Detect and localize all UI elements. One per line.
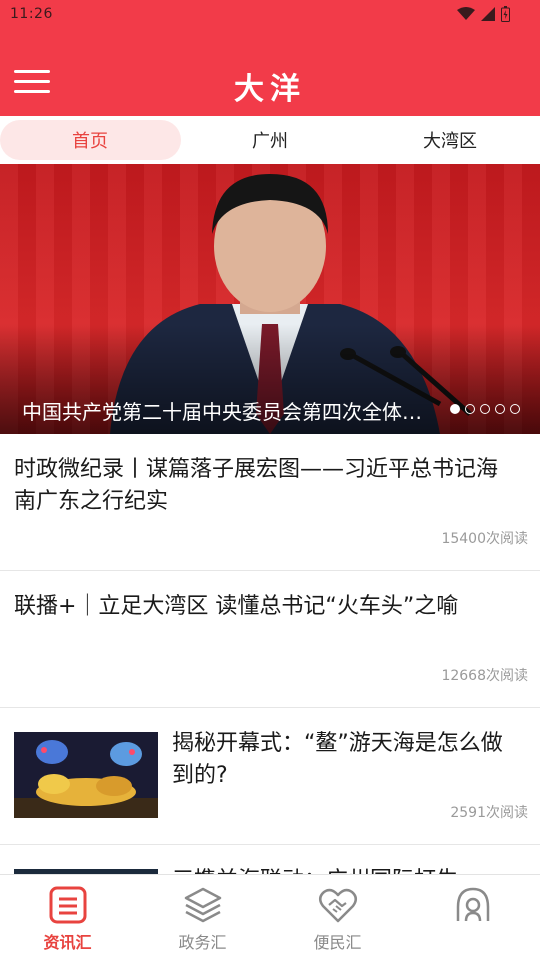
status-bar: 11:26 (0, 0, 540, 30)
read-count: 15400次阅读 (441, 531, 528, 547)
banner-caption: 中国共产党第二十届中央委员会第四次全体会议 (22, 400, 434, 424)
cellular-signal-icon (481, 7, 495, 21)
read-count: 12668次阅读 (441, 668, 528, 684)
handshake-heart-icon (318, 888, 357, 923)
carousel-dot[interactable] (495, 404, 505, 414)
app-bar: 大洋 (0, 30, 540, 116)
article-title: 联播+｜立足大湾区 读懂总书记“火车头”之喻 (14, 594, 459, 619)
article-thumbnail (14, 732, 158, 818)
wifi-icon (457, 7, 475, 20)
tab-label: 大湾区 (423, 131, 477, 152)
nav-government-hub[interactable]: 政务汇 (135, 875, 270, 960)
battery-icon (501, 6, 510, 22)
carousel-dot[interactable] (510, 404, 520, 414)
tab-label: 首页 (72, 131, 108, 152)
dragon-dance-image (14, 732, 158, 818)
nav-label: 便民汇 (313, 933, 362, 952)
status-icons (457, 6, 510, 22)
carousel-dot[interactable] (480, 404, 490, 414)
nav-services-hub[interactable]: 便民汇 (270, 875, 405, 960)
status-time: 11:26 (10, 6, 53, 22)
nav-label: 资讯汇 (43, 933, 92, 952)
carousel-indicator (450, 404, 520, 414)
carousel-dot[interactable] (465, 404, 475, 414)
read-count: 2591次阅读 (450, 805, 528, 821)
article-item[interactable]: 时政微纪录丨谋篇落子展宏图——习近平总书记海南广东之行纪实 15400次阅读 (0, 434, 540, 571)
news-list-icon (49, 886, 86, 924)
article-title: 揭秘开幕式：“鳌”游天海是怎么做到的? (172, 731, 503, 788)
tab-label: 广州 (252, 131, 288, 152)
user-circle-icon (456, 887, 489, 922)
tab-guangzhou[interactable]: 广州 (180, 116, 360, 164)
nav-news-hub[interactable]: 资讯汇 (0, 875, 135, 960)
channel-tabs: 首页 广州 大湾区 (0, 116, 540, 164)
app-title: 大洋 (234, 72, 306, 107)
bottom-navigation: 资讯汇 政务汇 便民汇 (0, 874, 540, 960)
article-item[interactable]: 联播+｜立足大湾区 读懂总书记“火车头”之喻 12668次阅读 (0, 571, 540, 708)
nav-profile[interactable] (405, 875, 540, 960)
tab-greater-bay-area[interactable]: 大湾区 (360, 116, 540, 164)
carousel-dot[interactable] (450, 404, 460, 414)
article-title: 时政微纪录丨谋篇落子展宏图——习近平总书记海南广东之行纪实 (14, 457, 499, 514)
article-item[interactable]: 揭秘开幕式：“鳌”游天海是怎么做到的? 2591次阅读 (0, 708, 540, 845)
headline-banner[interactable]: 中国共产党第二十届中央委员会第四次全体会议 (0, 164, 540, 434)
layers-icon (184, 887, 221, 923)
nav-label: 政务汇 (178, 933, 227, 952)
